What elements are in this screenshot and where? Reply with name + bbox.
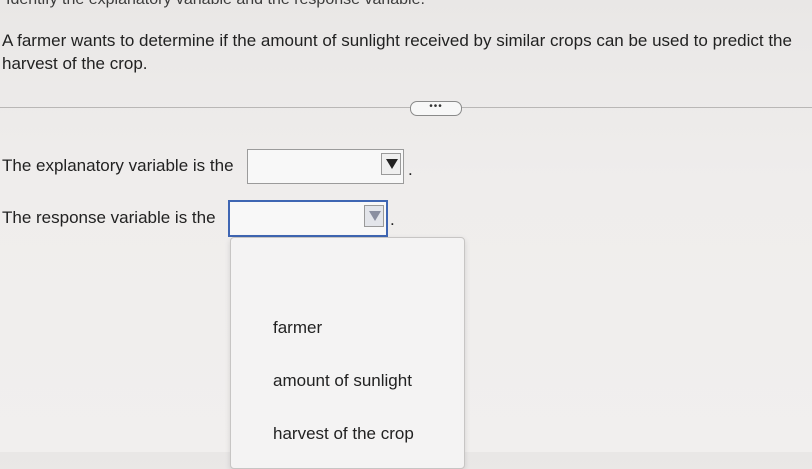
- explanatory-select[interactable]: [247, 149, 404, 184]
- chevron-down-icon: [369, 211, 381, 221]
- response-period: .: [390, 210, 395, 229]
- explanatory-period: .: [408, 160, 413, 179]
- more-options-button[interactable]: •••: [410, 101, 462, 116]
- question-text: A farmer wants to determine if the amoun…: [2, 31, 792, 73]
- chevron-down-icon: [386, 159, 398, 169]
- explanatory-dropdown-arrow[interactable]: [381, 153, 401, 175]
- dropdown-option-harvest-of-the-crop[interactable]: harvest of the crop: [273, 424, 414, 444]
- dropdown-option-farmer[interactable]: farmer: [273, 318, 322, 338]
- response-label: The response variable is the: [2, 208, 216, 227]
- instruction-text: Identify the explanatory variable and th…: [6, 0, 425, 9]
- response-dropdown-menu: farmer amount of sunlight harvest of the…: [230, 237, 465, 469]
- response-select[interactable]: [228, 200, 388, 237]
- dropdown-option-amount-of-sunlight[interactable]: amount of sunlight: [273, 371, 412, 391]
- response-dropdown-arrow[interactable]: [364, 205, 384, 227]
- divider: [0, 107, 812, 108]
- explanatory-label: The explanatory variable is the: [2, 156, 234, 175]
